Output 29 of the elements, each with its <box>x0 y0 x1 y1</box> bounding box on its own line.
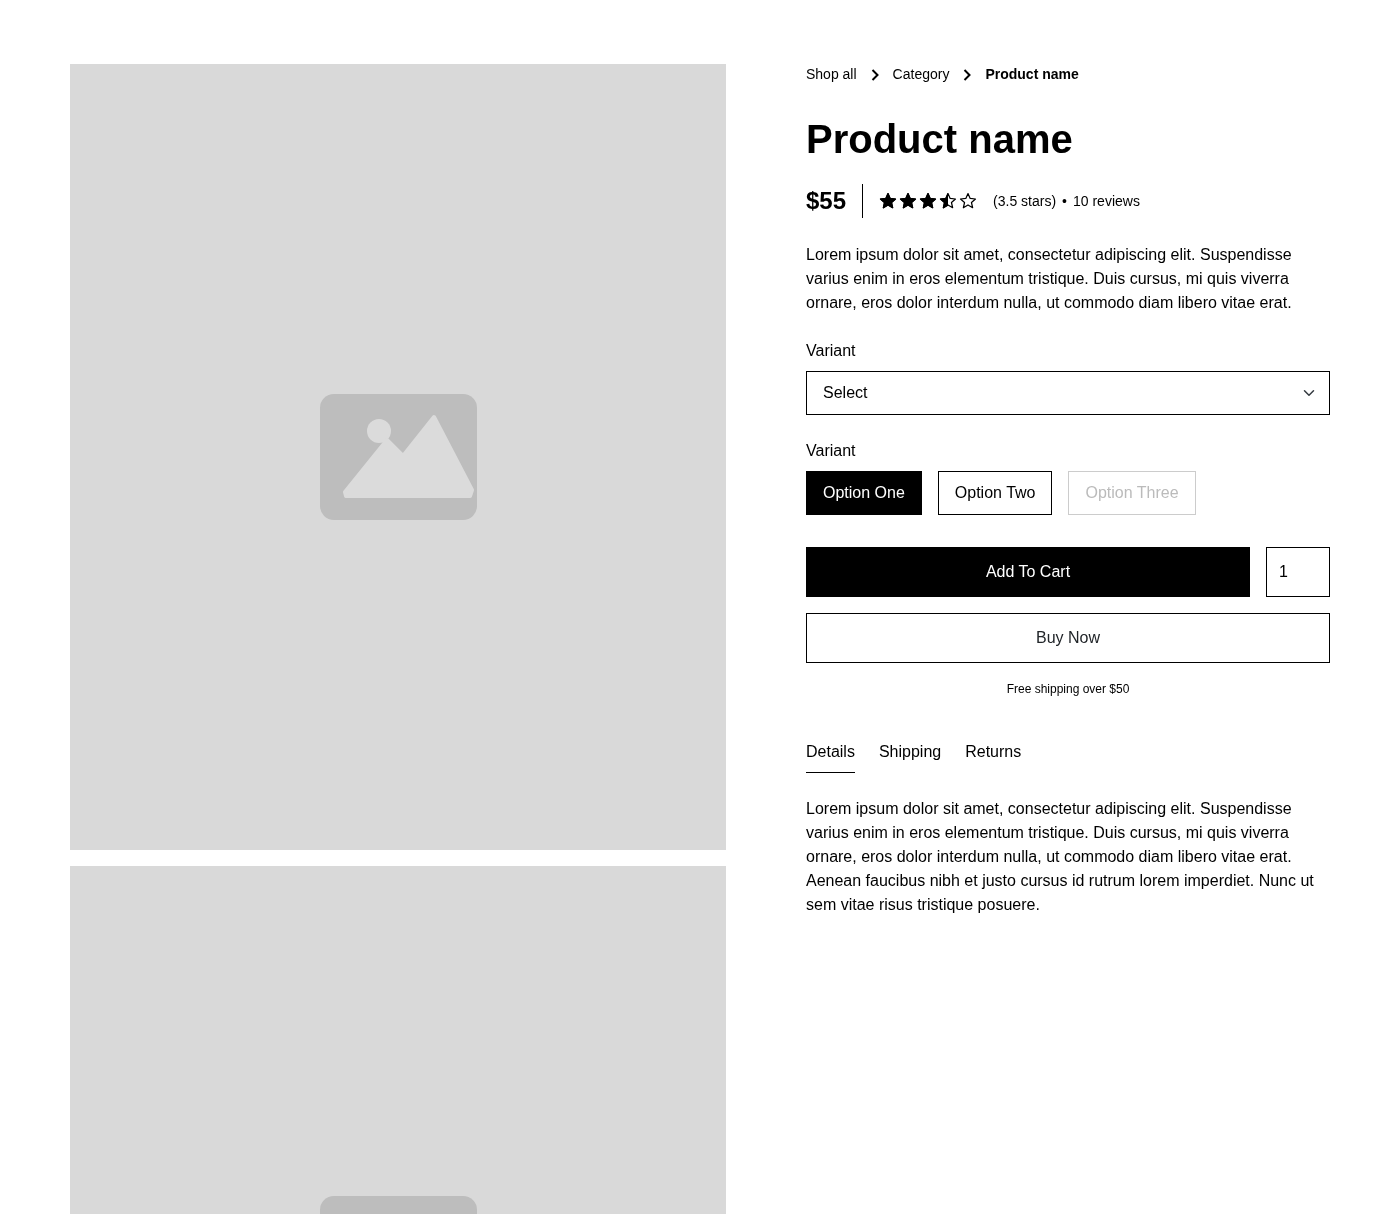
star-outline-icon <box>959 192 978 210</box>
review-count: 10 reviews <box>1072 191 1140 211</box>
tab-content-text: Lorem ipsum dolor sit amet, consectetur adipiscing elit. Suspendisse varius enim in eros elementum tristique. Duis cursus, mi quis viverra ornare, eros dolor interdum nulla, ut commodo diam libero vitae erat. Aenean faucibus nibh et justo cursus id rutrum lorem imperdiet. Nunc ut sem vitae risus tristique posuere. <box>806 799 1315 915</box>
buy-now-button[interactable]: Buy Now <box>806 613 1330 663</box>
quantity-field[interactable]: 1 <box>1266 547 1330 597</box>
separator-dot: • <box>1062 191 1067 211</box>
tab[interactable]: Returns <box>965 740 1022 773</box>
product-title: Product name <box>806 116 1074 163</box>
variant-label: Variant <box>806 441 857 461</box>
star-icon <box>899 192 918 210</box>
breadcrumb-link[interactable]: Shop all <box>806 64 857 85</box>
product-description: Lorem ipsum dolor sit amet, consectetur adipiscing elit. Suspendisse varius enim in eros elementum tristique. Duis cursus, mi quis viverra ornare, eros dolor interdum nulla, ut commodo diam libero vitae erat. <box>806 245 1293 313</box>
variant-select[interactable]: Select <box>806 371 1330 415</box>
option-button[interactable]: Option One <box>806 471 922 515</box>
rating-label: (3.5 stars) <box>993 191 1057 211</box>
tab[interactable]: Details <box>806 740 855 773</box>
add-to-cart-button[interactable]: Add To Cart <box>806 547 1250 597</box>
shipping-note: Free shipping over $50 <box>1005 681 1131 698</box>
breadcrumb-link[interactable]: Category <box>892 64 950 85</box>
price: $55 <box>806 186 847 216</box>
option-button[interactable]: Option Two <box>937 471 1053 515</box>
half-star-icon <box>939 192 958 210</box>
star-icon <box>919 192 938 210</box>
tab[interactable]: Shipping <box>878 740 942 773</box>
star-icon <box>879 192 898 210</box>
variant-label: Variant <box>806 341 857 361</box>
chevron-right-icon <box>963 68 972 81</box>
chevron-right-icon <box>870 68 879 81</box>
breadcrumb-current: Product name <box>985 65 1079 84</box>
